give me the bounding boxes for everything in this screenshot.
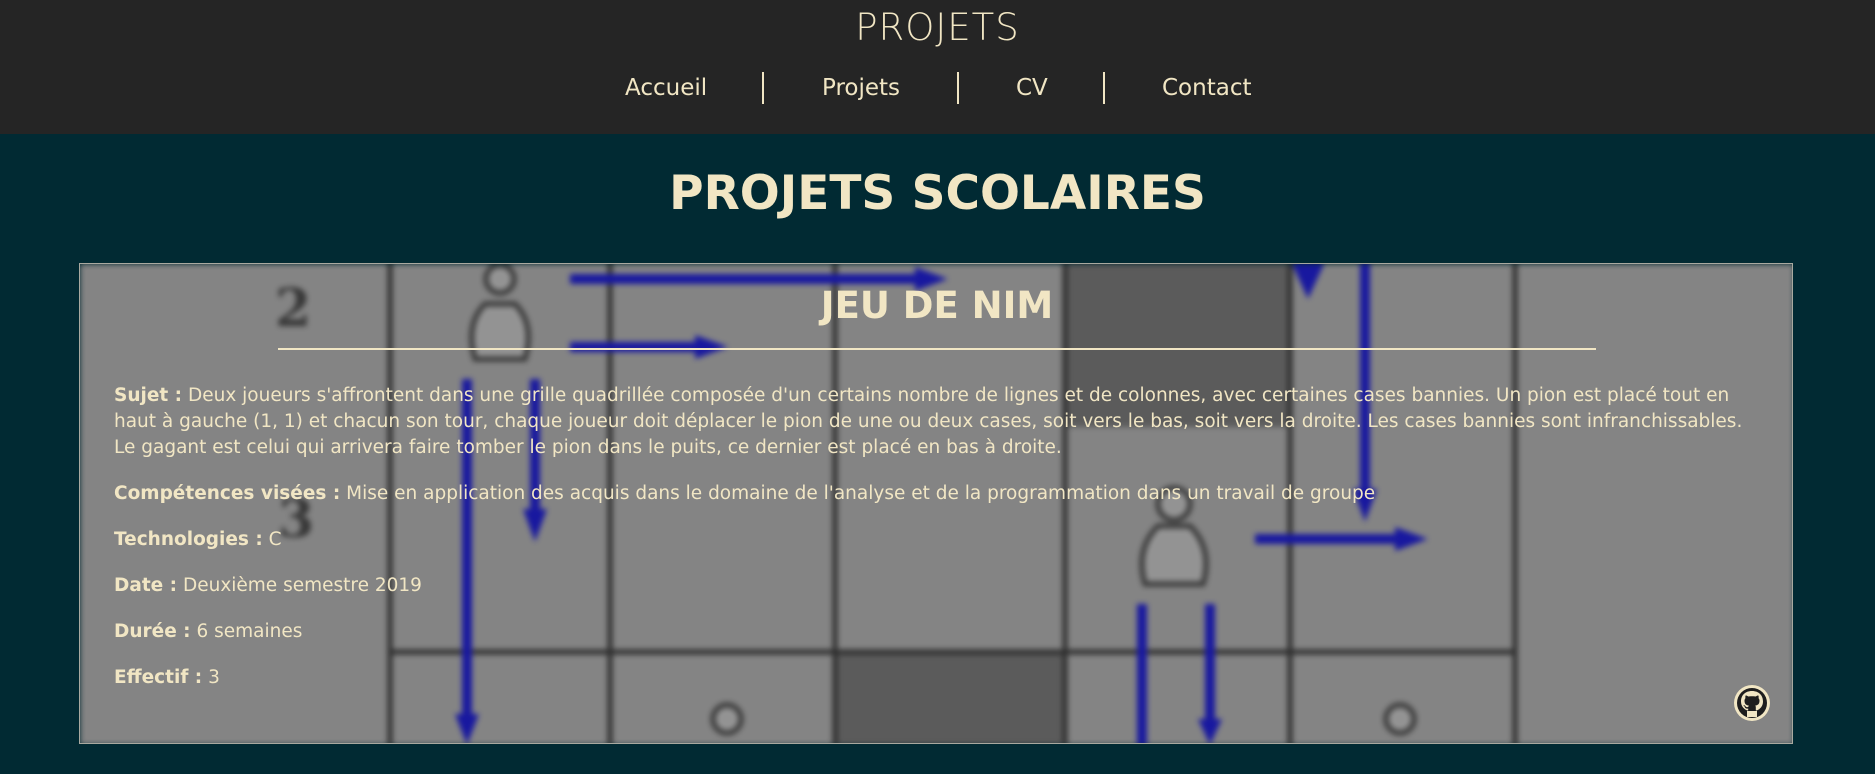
- project-title: JEU DE NIM: [820, 284, 1054, 327]
- duration-text: 6 semaines: [196, 621, 303, 642]
- nav-cv[interactable]: CV: [1016, 72, 1048, 104]
- project-subject: Sujet : Deux joueurs s'affrontent dans u…: [114, 383, 1764, 461]
- nav-separator: [1103, 72, 1105, 104]
- date-label: Date :: [114, 575, 178, 596]
- team-text: 3: [208, 667, 220, 688]
- tech-label: Technologies :: [114, 529, 263, 550]
- subject-label: Sujet :: [114, 385, 183, 406]
- project-technologies: Technologies : C: [114, 527, 1764, 553]
- project-card: 2 3 JEU DE NIM Sujet: Deux joueurs s'af…: [79, 263, 1793, 744]
- top-navbar: PROJETS Accueil Projets CV Contact: [0, 0, 1875, 134]
- project-team-size: Effectif : 3: [114, 665, 1764, 691]
- skills-label: Compétences visées :: [114, 483, 341, 504]
- subject-text: Deux joueurs s'affrontent dans une grill…: [114, 385, 1743, 458]
- skills-text: Mise en application des acquis dans le d…: [346, 483, 1376, 504]
- nav-separator: [957, 72, 959, 104]
- project-skills: Compétences visées : Mise en application…: [114, 481, 1764, 507]
- duration-label: Durée :: [114, 621, 191, 642]
- nav-accueil[interactable]: Accueil: [625, 72, 707, 104]
- tech-text: C: [268, 529, 282, 550]
- site-title: PROJETS: [855, 6, 1020, 49]
- project-date: Date : Deuxième semestre 2019: [114, 573, 1764, 599]
- github-icon[interactable]: [1733, 684, 1771, 722]
- nav-separator: [762, 72, 764, 104]
- date-text: Deuxième semestre 2019: [182, 575, 422, 596]
- section-title: PROJETS SCOLAIRES: [669, 166, 1206, 221]
- main-nav: Accueil Projets CV Contact: [0, 72, 1875, 104]
- nav-projets[interactable]: Projets: [822, 72, 900, 104]
- nav-contact[interactable]: Contact: [1162, 72, 1251, 104]
- project-duration: Durée : 6 semaines: [114, 619, 1764, 645]
- title-divider: [278, 348, 1596, 350]
- team-label: Effectif :: [114, 667, 203, 688]
